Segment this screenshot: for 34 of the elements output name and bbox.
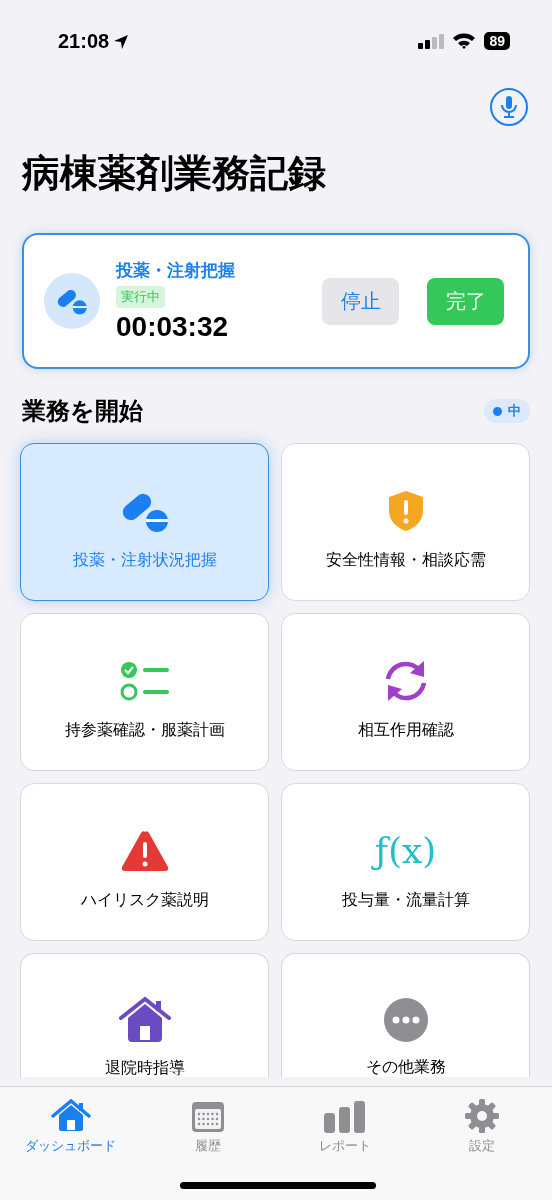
- task-tile[interactable]: その他業務: [281, 953, 530, 1077]
- elapsed-timer: 00:03:32: [116, 311, 229, 343]
- task-label: 相互作用確認: [357, 720, 454, 740]
- task-tile[interactable]: ハイリスク薬説明: [20, 783, 269, 941]
- bar-chart-icon: [323, 1101, 366, 1133]
- clock: 21:08: [58, 30, 110, 53]
- task-title: 投薬・注射把握: [116, 259, 235, 282]
- task-label: 投与量・流量計算: [341, 890, 470, 910]
- home-icon: [50, 1099, 91, 1133]
- task-label: その他業務: [365, 1057, 446, 1077]
- task-tile[interactable]: ƒ(x) 投与量・流量計算: [281, 783, 530, 941]
- microphone-button[interactable]: [490, 88, 528, 126]
- task-tile[interactable]: 安全性情報・相談応需: [281, 443, 530, 601]
- microphone-icon: [500, 95, 518, 119]
- task-label: 投薬・注射状況把握: [72, 550, 217, 570]
- task-tile[interactable]: 相互作用確認: [281, 613, 530, 771]
- task-label: 持参薬確認・服薬計画: [64, 720, 225, 740]
- battery-level: 89: [484, 32, 510, 50]
- priority-badge: 中: [484, 399, 530, 423]
- settings-icon: [464, 1099, 499, 1133]
- status-badge: 実行中: [116, 286, 165, 308]
- section-title: 業務を開始: [22, 396, 143, 427]
- signal-icon: [418, 33, 445, 49]
- wifi-icon: [452, 32, 477, 50]
- task-label: 退院時指導: [104, 1058, 185, 1078]
- task-tile[interactable]: 持参薬確認・服薬計画: [20, 613, 269, 771]
- task-label: 安全性情報・相談応需: [325, 550, 486, 570]
- location-arrow-icon: [113, 33, 130, 50]
- task-tile[interactable]: 退院時指導: [20, 953, 269, 1077]
- pills-avatar: [44, 273, 100, 329]
- tab[interactable]: ダッシュボード: [10, 1095, 131, 1155]
- page-title: 病棟薬剤業務記録: [22, 150, 327, 197]
- calendar-icon: [190, 1101, 225, 1133]
- task-label: ハイリスク薬説明: [80, 890, 209, 910]
